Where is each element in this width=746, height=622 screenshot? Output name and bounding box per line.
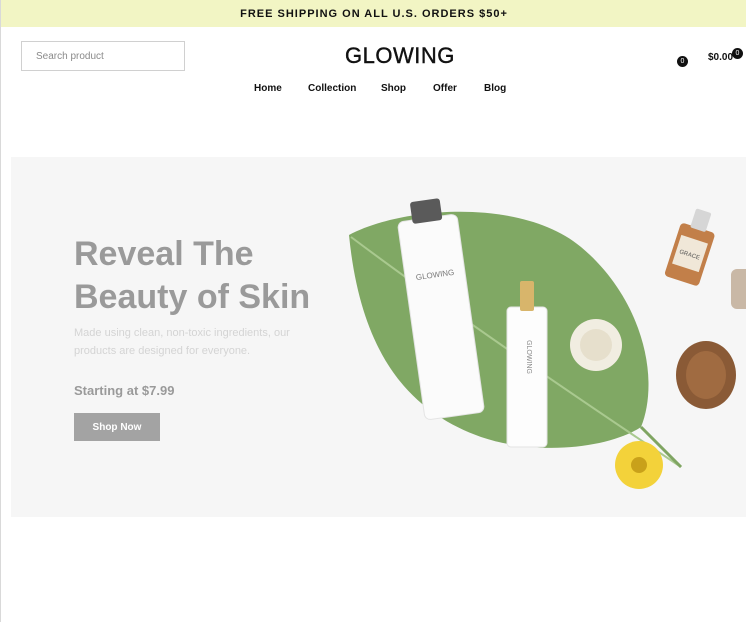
wishlist-button[interactable]: 0	[677, 56, 689, 68]
main-nav: Home Collection Shop Offer Blog	[1, 83, 746, 97]
hero-title-line1: Reveal The	[74, 235, 254, 273]
cart-count-badge: 0	[732, 48, 743, 59]
hero-price: Starting at $7.99	[74, 383, 175, 398]
wishlist-count-badge: 0	[677, 56, 688, 67]
hero-title-line2: Beauty of Skin	[74, 278, 311, 316]
bottle-label: GLOWING	[525, 340, 532, 374]
announcement-text: FREE SHIPPING ON ALL U.S. ORDERS $50+	[240, 7, 508, 20]
cart-button[interactable]: $0.00 0	[705, 46, 746, 66]
nav-item-collection[interactable]: Collection	[308, 83, 356, 94]
hero-product-image: GLOWING GLOWING GRACE	[349, 198, 746, 489]
hero-banner: Reveal The Beauty of Skin Made using cle…	[11, 157, 746, 517]
nav-item-offer[interactable]: Offer	[433, 83, 457, 94]
announcement-bar: FREE SHIPPING ON ALL U.S. ORDERS $50+	[1, 0, 746, 27]
search-box[interactable]	[21, 41, 185, 71]
hero-description: Made using clean, non-toxic ingredients,…	[74, 327, 290, 357]
cart-total: $0.00	[708, 52, 734, 63]
nav-item-blog[interactable]: Blog	[484, 83, 506, 94]
nav-item-shop[interactable]: Shop	[381, 83, 406, 94]
shop-now-button[interactable]: Shop Now	[74, 413, 160, 441]
site-logo[interactable]: GLOWING	[345, 43, 455, 69]
nav-item-home[interactable]: Home	[254, 83, 282, 94]
search-input[interactable]	[34, 49, 178, 63]
